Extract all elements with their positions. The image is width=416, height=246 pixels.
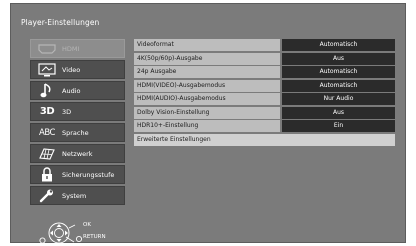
sidebar-item-audio[interactable]: Audio [30, 81, 125, 100]
sidebar: HDMI Video Audio 3D 3D ABC Sprache Netzw… [30, 39, 125, 207]
wrench-icon [36, 187, 58, 204]
hdmi-icon [36, 40, 58, 57]
sidebar-item-label: System [62, 191, 87, 200]
return-hint-label: RETURN [83, 234, 106, 240]
setting-label: Videoformat [134, 39, 280, 51]
setting-value[interactable]: Aus [282, 52, 395, 65]
remote-nav-hint: OK RETURN [39, 222, 119, 244]
sidebar-item-hdmi[interactable]: HDMI [30, 39, 125, 58]
setting-row-advanced[interactable]: Erweiterte Einstellungen [134, 133, 395, 146]
setting-label: Dolby Vision-Einstellung [134, 106, 280, 119]
language-abc-icon: ABC [39, 127, 55, 138]
remote-dpad-icon [39, 222, 83, 244]
sidebar-item-label: Netzwerk [62, 149, 93, 158]
setting-label: 4K(50p/60p)-Ausgabe [134, 52, 280, 65]
sidebar-item-label: Sprache [62, 128, 89, 137]
setting-row-hdr10plus[interactable]: HDR10+-Einstellung Ein [134, 120, 395, 132]
ok-hint-label: OK [83, 222, 91, 228]
setting-label: HDR10+-Einstellung [134, 120, 280, 132]
sidebar-item-label: HDMI [62, 44, 80, 53]
page-title: Player-Einstellungen [21, 18, 100, 27]
setting-label: HDMI(VIDEO)-Ausgabemodus [134, 79, 280, 92]
setting-row-hdmi-audio[interactable]: HDMI(AUDIO)-Ausgabemodus Nur Audio [134, 93, 395, 105]
audio-note-icon [36, 82, 58, 99]
setting-row-4k-output[interactable]: 4K(50p/60p)-Ausgabe Aus [134, 52, 395, 65]
setting-value[interactable]: Automatisch [282, 66, 395, 78]
sidebar-item-sicherungsstufe[interactable]: Sicherungsstufe [30, 165, 125, 184]
network-globe-icon [36, 145, 58, 162]
sidebar-item-label: 3D [62, 107, 72, 116]
sidebar-item-video[interactable]: Video [30, 60, 125, 79]
video-icon [36, 61, 58, 78]
sidebar-item-sprache[interactable]: ABC Sprache [30, 123, 125, 142]
settings-screen: Player-Einstellungen HDMI Video Audio 3D… [10, 3, 406, 244]
sidebar-item-netzwerk[interactable]: Netzwerk [30, 144, 125, 163]
setting-value[interactable]: Ein [282, 120, 395, 132]
sidebar-item-system[interactable]: System [30, 186, 125, 205]
lock-icon [36, 166, 58, 183]
setting-row-hdmi-video[interactable]: HDMI(VIDEO)-Ausgabemodus Automatisch [134, 79, 395, 92]
sidebar-item-label: Sicherungsstufe [62, 170, 115, 179]
setting-row-dolby-vision[interactable]: Dolby Vision-Einstellung Aus [134, 106, 395, 119]
sidebar-item-3d[interactable]: 3D 3D [30, 102, 125, 121]
sidebar-item-label: Video [62, 65, 81, 74]
settings-table: Videoformat Automatisch 4K(50p/60p)-Ausg… [134, 39, 395, 147]
sidebar-item-label: Audio [62, 86, 81, 95]
setting-value[interactable]: Nur Audio [282, 93, 395, 105]
setting-label: 24p Ausgabe [134, 66, 280, 78]
3d-icon: 3D [39, 106, 55, 117]
setting-value[interactable]: Aus [282, 106, 395, 119]
setting-value[interactable]: Automatisch [282, 39, 395, 51]
setting-label: HDMI(AUDIO)-Ausgabemodus [134, 93, 280, 105]
setting-value[interactable]: Automatisch [282, 79, 395, 92]
setting-row-24p[interactable]: 24p Ausgabe Automatisch [134, 66, 395, 78]
advanced-settings-link[interactable]: Erweiterte Einstellungen [134, 133, 395, 146]
setting-row-videoformat[interactable]: Videoformat Automatisch [134, 39, 395, 51]
